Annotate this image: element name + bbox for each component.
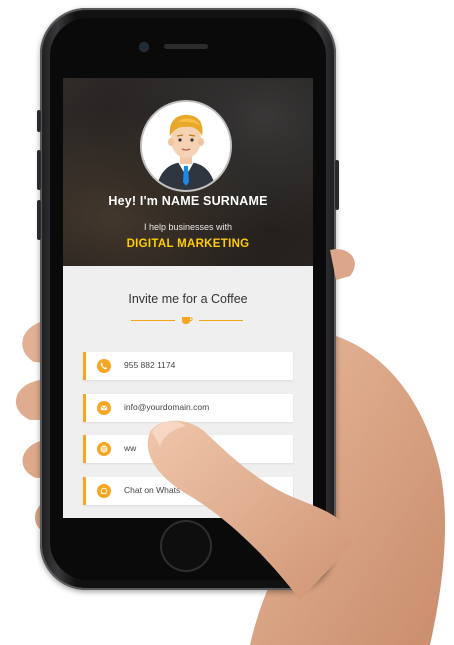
hero-banner: Hey! I'm NAME SURNAME I help businesses … <box>63 78 313 266</box>
contact-label: Chat on Whats <box>124 485 181 495</box>
divider-left <box>131 320 175 321</box>
power-button <box>335 160 339 210</box>
contact-label: 955 882 1174 <box>124 360 176 370</box>
home-button[interactable] <box>162 522 210 570</box>
contact-whatsapp[interactable]: Chat on Whats <box>83 477 293 505</box>
contact-label: ww <box>124 443 137 453</box>
globe-icon <box>97 442 111 456</box>
front-camera <box>140 43 148 51</box>
profile-specialty: DIGITAL MARKETING <box>126 238 250 250</box>
profile-name: Hey! I'm NAME SURNAME <box>108 194 268 208</box>
contact-website[interactable]: ww <box>83 435 293 463</box>
divider-right <box>199 320 243 321</box>
contact-phone[interactable]: 955 882 1174 <box>83 352 293 380</box>
whatsapp-icon <box>97 484 111 498</box>
phone-icon <box>97 359 111 373</box>
earpiece-speaker <box>164 44 208 49</box>
contact-email[interactable]: info@yourdomain.com <box>83 394 293 422</box>
volume-up-button <box>37 150 41 190</box>
contact-label: info@yourdomain.com <box>124 402 210 412</box>
coffee-cup-icon <box>182 317 193 324</box>
mute-switch <box>37 110 41 132</box>
scene: Hey! I'm NAME SURNAME I help businesses … <box>0 0 454 645</box>
avatar-illustration <box>142 102 230 190</box>
section-title: Invite me for a Coffee <box>128 292 248 306</box>
profile-tagline: I help businesses with <box>143 222 233 232</box>
mail-icon <box>97 401 111 415</box>
volume-down-button <box>37 200 41 240</box>
phone-screen: Hey! I'm NAME SURNAME I help businesses … <box>63 78 313 518</box>
avatar <box>142 102 230 190</box>
